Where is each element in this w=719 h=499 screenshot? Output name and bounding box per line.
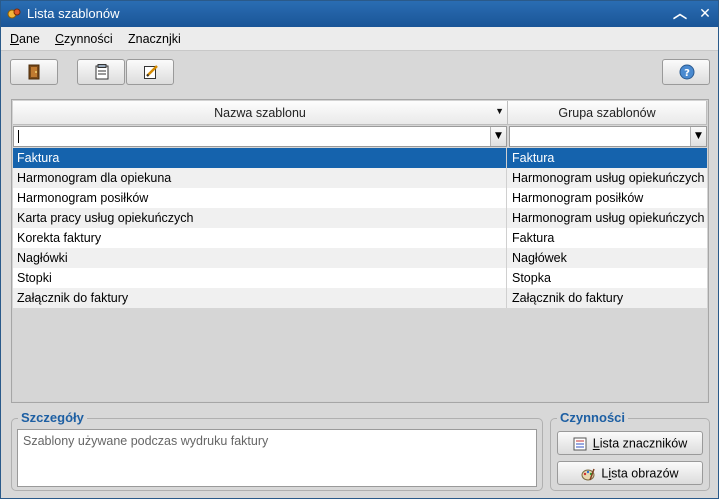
cell-nazwa: Załącznik do faktury — [13, 288, 507, 308]
table-row[interactable]: Harmonogram posiłków Harmonogram posiłków — [13, 188, 707, 208]
details-title: Szczegóły — [18, 410, 87, 425]
menu-znaczniki[interactable]: Znacznjki — [128, 32, 181, 46]
cell-grupa: Harmonogram usług opiekuńczych — [512, 211, 705, 225]
template-list-icon — [95, 64, 109, 80]
help-button[interactable]: ? — [662, 59, 710, 85]
table-row[interactable]: Załącznik do faktury Załącznik do faktury — [13, 288, 707, 308]
filter-nazwa-input[interactable]: ▼ — [13, 126, 507, 147]
table-row[interactable]: Faktura Faktura — [13, 148, 707, 168]
window-title: Lista szablonów — [27, 6, 120, 21]
cell-grupa: Harmonogram usług opiekuńczych — [512, 171, 705, 185]
exit-button[interactable] — [10, 59, 58, 85]
column-header-nazwa[interactable]: Nazwa szablonu ▼ — [13, 101, 508, 125]
filter-grupa-input[interactable]: ▼ — [509, 126, 707, 147]
actions-panel: Czynności Lista znaczników Lista obrazów — [550, 410, 710, 491]
table-row[interactable]: Korekta faktury Faktura — [13, 228, 707, 248]
edit-icon — [144, 65, 158, 79]
cell-grupa: Faktura — [512, 151, 555, 165]
template-list-button[interactable] — [77, 59, 125, 85]
menu-bar: Dane Czynności Znacznjki — [1, 27, 718, 51]
cell-nazwa: Korekta faktury — [13, 228, 507, 248]
svg-text:?: ? — [684, 68, 690, 79]
templates-grid: Nazwa szablonu ▼ Grupa szablonów ▼ ▼ Fak… — [11, 99, 709, 403]
table-row[interactable]: Nagłówki Nagłówek — [13, 248, 707, 268]
cell-nazwa: Harmonogram posiłków — [13, 188, 507, 208]
markers-list-icon — [573, 437, 587, 451]
filter-dropdown-icon[interactable]: ▼ — [690, 127, 706, 146]
app-icon — [7, 8, 21, 19]
title-bar[interactable]: Lista szablonów ︿ ✕ — [1, 1, 718, 27]
cell-nazwa: Karta pracy usług opiekuńczych — [13, 208, 507, 228]
cell-grupa: Załącznik do faktury — [512, 291, 624, 305]
menu-czynnosci[interactable]: Czynności — [55, 32, 113, 46]
sort-desc-icon: ▼ — [495, 106, 504, 116]
table-row[interactable]: Harmonogram dla opiekuna Harmonogram usłu… — [13, 168, 707, 188]
toolbar: ? — [1, 53, 718, 93]
exit-door-icon — [28, 64, 40, 80]
column-header-grupa[interactable]: Grupa szablonów — [508, 101, 707, 125]
cell-nazwa: Harmonogram dla opiekuna — [13, 168, 507, 188]
lista-szablonow-window: Lista szablonów ︿ ✕ Dane Czynności Znacz… — [0, 0, 719, 499]
text-caret — [18, 130, 19, 143]
table-row[interactable]: Karta pracy usług opiekuńczych Harmonogra… — [13, 208, 707, 228]
details-panel: Szczegóły Szablony używane podczas wydru… — [11, 410, 543, 491]
collapse-icon[interactable]: ︿ — [670, 4, 690, 24]
cell-nazwa: Stopki — [13, 268, 507, 288]
close-icon[interactable]: ✕ — [695, 4, 715, 24]
lista-znacznikow-button[interactable]: Lista znaczników — [557, 431, 703, 455]
cell-grupa: Nagłówek — [512, 251, 567, 265]
actions-title: Czynności — [557, 410, 629, 425]
cell-nazwa: Nagłówki — [13, 248, 507, 268]
filter-dropdown-icon[interactable]: ▼ — [490, 127, 506, 146]
lista-obrazow-button[interactable]: Lista obrazów — [557, 461, 703, 485]
images-palette-icon — [581, 468, 596, 481]
cell-grupa: Harmonogram posiłków — [512, 191, 644, 205]
edit-button[interactable] — [126, 59, 174, 85]
help-icon: ? — [679, 64, 695, 80]
table-row[interactable]: Stopki Stopka — [13, 268, 707, 288]
cell-nazwa: Faktura — [13, 148, 507, 168]
details-text: Szablony używane podczas wydruku faktury — [17, 429, 537, 487]
cell-grupa: Faktura — [512, 231, 555, 245]
cell-grupa: Stopka — [512, 271, 551, 285]
menu-dane[interactable]: Dane — [10, 32, 40, 46]
